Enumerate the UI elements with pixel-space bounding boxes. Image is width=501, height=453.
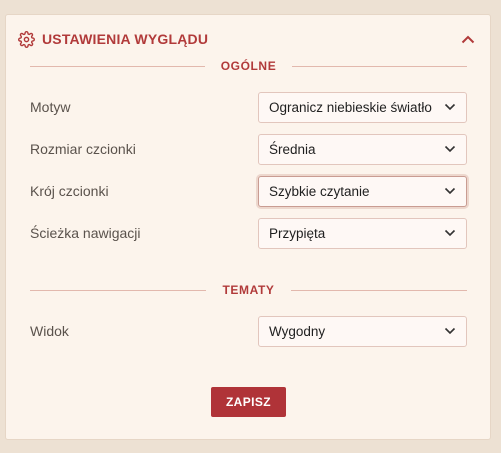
select-rozmiar-czcionki[interactable]: Średnia [258, 133, 467, 165]
divider-line [30, 65, 205, 67]
select-sciezka-nawigacji[interactable]: Przypięta [258, 217, 467, 249]
divider-line [292, 65, 468, 67]
divider-line [290, 289, 468, 291]
chevron-up-icon [461, 35, 475, 43]
select-value-kroj: Szybkie czytanie [269, 183, 370, 199]
section-title-general: OGÓLNE [220, 59, 277, 73]
field-row-rozmiar: Rozmiar czcionki Średnia [30, 133, 467, 165]
select-value-sciezka: Przypięta [269, 225, 326, 241]
chevron-down-icon [444, 103, 456, 111]
appearance-settings-panel: USTAWIENIA WYGLĄDU OGÓLNE Motyw Ogranicz… [5, 14, 491, 440]
field-label-rozmiar: Rozmiar czcionki [30, 141, 136, 157]
select-value-rozmiar: Średnia [269, 141, 316, 157]
select-value-widok: Wygodny [269, 323, 326, 339]
section-divider-general: OGÓLNE [30, 58, 468, 74]
select-widok[interactable]: Wygodny [258, 315, 467, 347]
panel-header: USTAWIENIA WYGLĄDU [18, 28, 478, 50]
select-kroj-czcionki[interactable]: Szybkie czytanie [258, 175, 467, 207]
section-title-themes: TEMATY [222, 283, 275, 297]
field-row-sciezka: Ścieżka nawigacji Przypięta [30, 217, 467, 249]
chevron-down-icon [444, 327, 456, 335]
field-label-sciezka: Ścieżka nawigacji [30, 225, 141, 241]
chevron-down-icon [444, 229, 456, 237]
save-button[interactable]: ZAPISZ [211, 387, 286, 417]
chevron-down-icon [444, 187, 456, 195]
divider-line [30, 289, 207, 291]
collapse-button[interactable] [458, 29, 478, 49]
gear-icon [18, 30, 35, 48]
field-row-kroj: Krój czcionki Szybkie czytanie [30, 175, 467, 207]
field-row-motyw: Motyw Ogranicz niebieskie światło [30, 91, 467, 123]
field-row-widok: Widok Wygodny [30, 315, 467, 347]
panel-title: USTAWIENIA WYGLĄDU [42, 31, 209, 47]
section-divider-themes: TEMATY [30, 282, 468, 298]
field-label-kroj: Krój czcionki [30, 183, 109, 199]
select-motyw[interactable]: Ogranicz niebieskie światło [258, 91, 467, 123]
field-label-motyw: Motyw [30, 99, 71, 115]
chevron-down-icon [444, 145, 456, 153]
select-value-motyw: Ogranicz niebieskie światło [269, 99, 432, 115]
field-label-widok: Widok [30, 323, 69, 339]
